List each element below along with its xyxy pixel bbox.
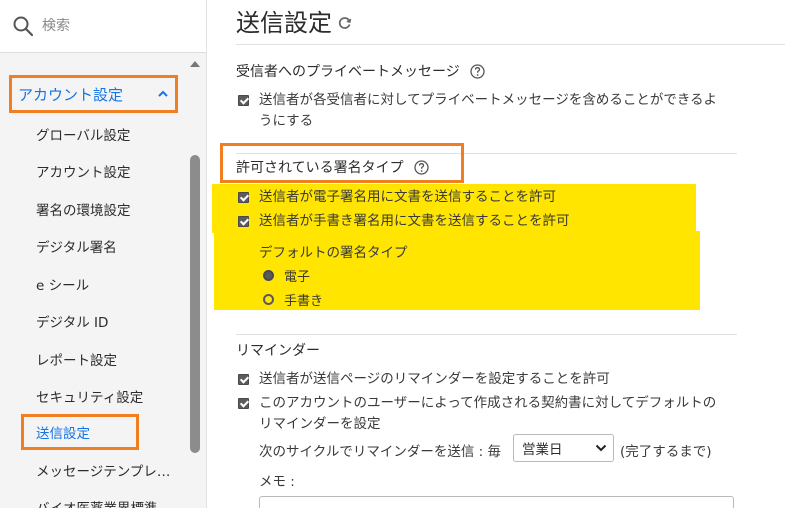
default-reminder-option[interactable]: このアカウントのユーザーによって作成される契約書に対してデフォルトの リマインダ… xyxy=(238,393,758,435)
radio-button-selected[interactable] xyxy=(263,270,274,281)
reminder-sender-checkbox[interactable] xyxy=(238,374,249,385)
chevron-up-icon[interactable] xyxy=(157,88,169,100)
sidebar-group-label: アカウント設定 xyxy=(18,85,124,104)
default-signature-type-label: デフォルトの署名タイプ xyxy=(259,245,408,261)
handwritten-option-label: 送信者が手書き署名用に文書を送信することを許可 xyxy=(259,213,570,229)
reminder-cycle-prefix: 次のサイクルでリマインダーを送信 : 毎 xyxy=(259,444,501,460)
reminder-sender-label: 送信者が送信ページのリマインダーを設定することを許可 xyxy=(259,371,610,387)
sidebar-item-global-settings[interactable]: グローバル設定 xyxy=(36,124,130,144)
reminder-cycle-suffix: (完了するまで) xyxy=(620,444,712,460)
sidebar-item-digital-id[interactable]: デジタル ID xyxy=(36,311,108,331)
esign-checkbox[interactable] xyxy=(238,192,249,203)
main-content: 送信設定 受信者へのプライベートメッセージ 送信者が各受信者に対してプライベート… xyxy=(207,0,793,508)
sidebar-item-report-settings[interactable]: レポート設定 xyxy=(36,349,117,369)
search-bar[interactable] xyxy=(0,0,206,53)
sidebar-item-security-settings[interactable]: セキュリティ設定 xyxy=(36,386,143,406)
private-message-option[interactable]: 送信者が各受信者に対してプライベートメッセージを含めることができるよ うにする xyxy=(238,90,748,132)
help-icon[interactable] xyxy=(470,63,485,79)
search-input[interactable] xyxy=(42,18,192,34)
radio-button-unselected[interactable] xyxy=(263,294,274,305)
search-icon xyxy=(13,16,34,37)
radio-handwritten[interactable]: 手書き xyxy=(263,290,323,309)
sidebar-item-e-seal[interactable]: e シール xyxy=(36,274,89,294)
sidebar-item-digital-signature[interactable]: デジタル署名 xyxy=(36,236,117,256)
handwritten-option[interactable]: 送信者が手書き署名用に文書を送信することを許可 xyxy=(238,211,570,232)
sidebar-item-biopharma-standard[interactable]: バイオ医薬業界標準… xyxy=(36,497,171,508)
section-divider xyxy=(236,334,737,335)
signature-types-section-heading: 許可されている署名タイプ xyxy=(236,157,429,177)
chevron-down-icon xyxy=(595,444,607,452)
section-heading-text: リマインダー xyxy=(236,343,320,359)
sidebar-scrollbar[interactable] xyxy=(188,58,202,508)
page-title: 送信設定 xyxy=(236,3,352,38)
title-divider xyxy=(236,44,785,45)
sidebar-item-message-templates[interactable]: メッセージテンプレ… xyxy=(36,460,170,480)
section-heading-text: 許可されている署名タイプ xyxy=(236,160,404,176)
sidebar-item-send-settings[interactable]: 送信設定 xyxy=(21,414,139,450)
private-message-option-text: 送信者が各受信者に対してプライベートメッセージを含めることができるよ うにする xyxy=(259,92,718,129)
sidebar: アカウント設定 グローバル設定 アカウント設定 署名の環境設定 デジタル署名 e… xyxy=(0,0,207,508)
reminder-cycle-select[interactable]: 営業日 xyxy=(513,434,614,462)
esign-option[interactable]: 送信者が電子署名用に文書を送信することを許可 xyxy=(238,187,556,208)
sidebar-group-account-settings[interactable]: アカウント設定 xyxy=(9,75,178,113)
radio-handwritten-label: 手書き xyxy=(284,294,324,309)
sidebar-item-account-settings[interactable]: アカウント設定 xyxy=(36,161,131,181)
default-reminder-checkbox[interactable] xyxy=(238,398,249,409)
reminder-cycle-value: 営業日 xyxy=(522,442,563,458)
sidebar-item-signature-preferences[interactable]: 署名の環境設定 xyxy=(36,199,131,219)
private-message-checkbox[interactable] xyxy=(238,95,249,106)
page-title-text: 送信設定 xyxy=(236,9,332,37)
memo-input[interactable] xyxy=(259,496,734,508)
radio-electronic-label: 電子 xyxy=(284,270,311,285)
radio-electronic[interactable]: 電子 xyxy=(263,266,310,285)
esign-option-label: 送信者が電子署名用に文書を送信することを許可 xyxy=(259,189,556,205)
private-message-section-heading: 受信者へのプライベートメッセージ xyxy=(236,61,485,81)
refresh-icon[interactable] xyxy=(338,16,352,30)
default-reminder-text: このアカウントのユーザーによって作成される契約書に対してデフォルトの リマインダ… xyxy=(259,395,717,432)
scroll-up-arrow-icon[interactable] xyxy=(190,61,200,67)
section-heading-text: 受信者へのプライベートメッセージ xyxy=(236,64,460,80)
handwritten-checkbox[interactable] xyxy=(238,216,249,227)
scrollbar-thumb[interactable] xyxy=(190,155,200,453)
help-icon[interactable] xyxy=(413,159,429,175)
reminders-section-heading: リマインダー xyxy=(236,340,320,360)
reminder-sender-option[interactable]: 送信者が送信ページのリマインダーを設定することを許可 xyxy=(238,369,610,390)
memo-label: メモ : xyxy=(259,474,295,490)
sidebar-item-label: 送信設定 xyxy=(36,426,90,442)
